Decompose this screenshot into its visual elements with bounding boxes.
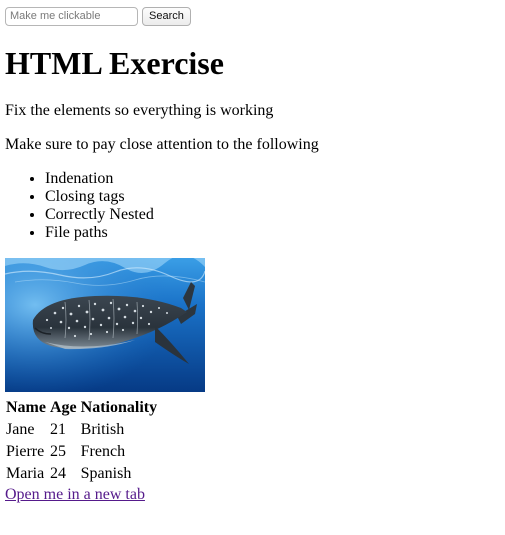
page-content: Search HTML Exercise Fix the elements so… — [5, 6, 500, 504]
cell-age: 24 — [49, 464, 66, 482]
search-input[interactable] — [5, 6, 138, 26]
search-button[interactable]: Search — [142, 6, 191, 26]
list-item: Closing tags — [45, 188, 500, 206]
list-item: Correctly Nested — [45, 206, 500, 224]
checklist: Indenation Closing tags Correctly Nested… — [5, 170, 500, 242]
open-new-tab-link[interactable]: Open me in a new tab — [5, 486, 145, 504]
cell-name: Maria — [6, 464, 45, 482]
column-header-name: Name — [6, 398, 46, 416]
intro-paragraph: Fix the elements so everything is workin… — [5, 101, 274, 119]
cell-age: 25 — [49, 442, 66, 460]
whale-shark-image — [5, 257, 205, 392]
cell-name: Jane — [6, 420, 35, 438]
cell-age: 21 — [49, 420, 66, 438]
column-header-age: Age — [49, 398, 77, 416]
cell-nationality: Spanish — [80, 464, 132, 482]
page-title: HTML Exercise — [5, 45, 224, 81]
table-header-row: Name Age Nationality — [5, 398, 158, 418]
column-header-nationality: Nationality — [80, 398, 158, 416]
table-row: Maria 24 Spanish — [5, 464, 158, 484]
table-row: Pierre 25 French — [5, 442, 158, 462]
table-row: Jane 21 British — [5, 420, 158, 440]
attention-paragraph: Make sure to pay close attention to the … — [5, 135, 319, 153]
cell-nationality: French — [80, 442, 126, 460]
cell-name: Pierre — [6, 442, 45, 460]
people-table: Name Age Nationality Jane 21 British Pie… — [3, 396, 160, 486]
list-item: File paths — [45, 224, 500, 242]
cell-nationality: British — [80, 420, 125, 438]
search-bar: Search — [5, 6, 500, 26]
list-item: Indenation — [45, 170, 500, 188]
